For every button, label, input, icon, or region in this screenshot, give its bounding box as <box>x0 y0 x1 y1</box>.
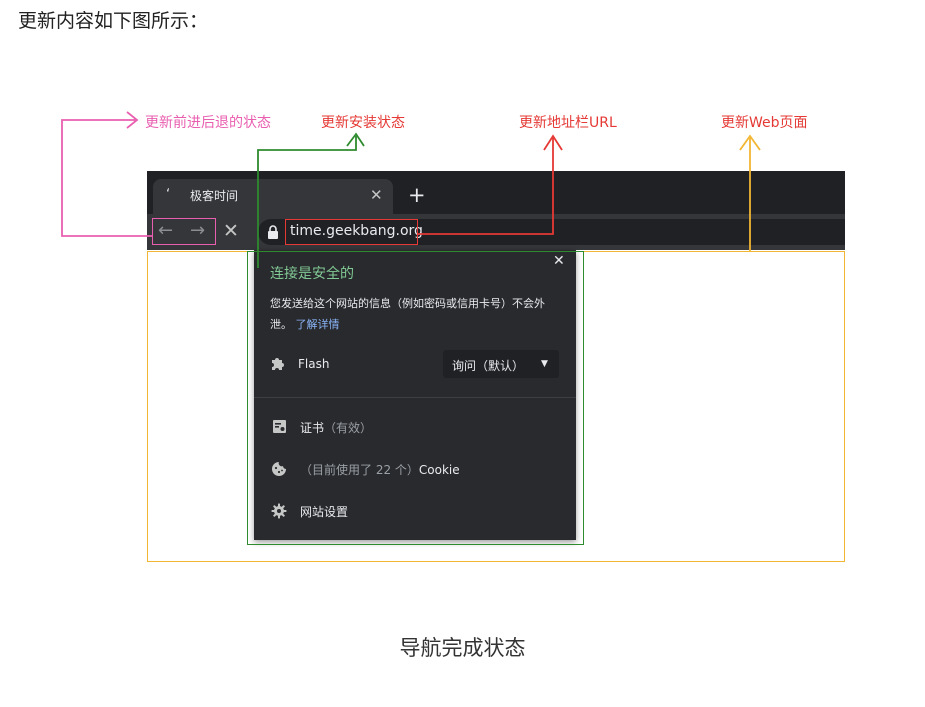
new-tab-button[interactable]: + <box>408 183 426 207</box>
tab-title: 极客时间 <box>190 189 239 203</box>
nav-buttons-highlight <box>152 218 216 245</box>
annotation-address-bar: 更新地址栏URL <box>519 115 617 131</box>
security-state-highlight <box>247 251 584 545</box>
annotation-web-page: 更新Web页面 <box>721 115 808 131</box>
browser-tab[interactable] <box>153 179 393 214</box>
figure-caption: 导航完成状态 <box>399 636 526 660</box>
stop-button[interactable]: ✕ <box>223 220 239 242</box>
tab-favicon-icon: ʻ <box>166 187 171 202</box>
annotation-security-state: 更新安装状态 <box>321 115 405 131</box>
lock-icon[interactable] <box>266 224 280 240</box>
tab-close-icon[interactable]: ✕ <box>370 185 383 205</box>
url-highlight <box>285 219 418 245</box>
page-heading: 更新内容如下图所示： <box>18 10 209 32</box>
annotation-nav-state: 更新前进后退的状态 <box>145 115 271 131</box>
